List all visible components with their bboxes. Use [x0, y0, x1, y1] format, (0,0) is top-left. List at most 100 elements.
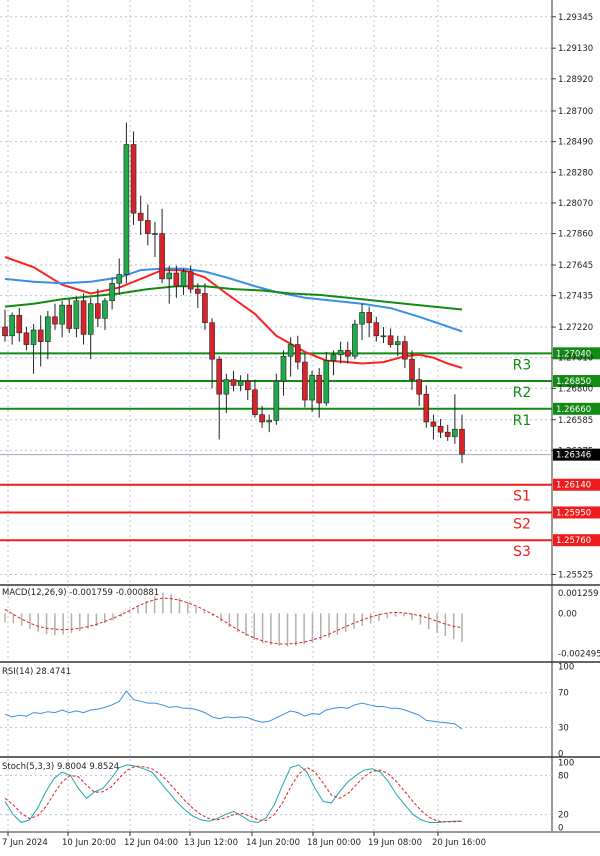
pivot-price-tag: 1.25760	[556, 536, 591, 546]
candles-layer	[2, 122, 465, 463]
candle-bear	[130, 144, 137, 214]
candle-bull	[123, 144, 130, 275]
candle-bear	[95, 303, 101, 319]
candle-bull	[237, 380, 244, 386]
price-tick-label: 1.28490	[558, 138, 593, 148]
candle-bear	[373, 322, 380, 337]
candle-bear	[459, 428, 465, 455]
candle-bear	[16, 315, 23, 334]
moving-average-line	[4, 267, 463, 333]
candle-bear	[2, 326, 8, 337]
macd-signal-line	[4, 597, 463, 645]
stoch-main-line	[4, 764, 462, 824]
candle-bear	[366, 312, 372, 323]
candle-bear	[252, 389, 258, 415]
rsi-tick-label: 70	[558, 689, 569, 699]
candle-bear	[437, 426, 444, 433]
candle-bear	[145, 220, 151, 234]
price-tick-label: 1.28070	[558, 199, 593, 209]
stoch-tick-label: 80	[558, 771, 569, 781]
candle-bear	[52, 316, 58, 325]
time-tick-label: 20 Jun 16:00	[432, 838, 486, 848]
candle-bear	[137, 212, 144, 221]
candle-bear	[423, 393, 430, 423]
candle-bull	[287, 344, 294, 357]
stoch-tick-label: 20	[558, 811, 569, 821]
candle-bear	[159, 233, 165, 280]
candle-bull	[394, 341, 401, 345]
candle-bear	[230, 379, 237, 386]
time-tick-label: 12 Jun 04:00	[124, 838, 178, 848]
pivot-price-tag: 1.26140	[556, 481, 591, 491]
candle-bear	[444, 431, 451, 437]
pivot-price-tag: 1.26850	[556, 377, 591, 387]
candle-bull	[166, 272, 173, 280]
candle-bull	[359, 312, 365, 325]
candle-bear	[216, 358, 223, 395]
candle-bull	[152, 233, 158, 235]
candle-bull	[266, 420, 273, 423]
pivot-price-tag: 1.26660	[556, 405, 591, 415]
candle-bull	[180, 271, 187, 287]
price-tick-label: 1.29130	[558, 44, 593, 54]
candle-bull	[9, 315, 15, 337]
forex-chart: 1.29345 1.29130 1.28920 1.28700 1.28490 1.282…	[0, 0, 600, 852]
candle-bull	[452, 428, 458, 437]
stoch-tick-label: 0	[558, 824, 563, 834]
candle-bear	[402, 341, 408, 360]
price-tick-label: 1.29345	[558, 13, 593, 23]
candle-bull	[109, 282, 115, 302]
candle-bear	[244, 380, 251, 391]
candle-bull	[87, 303, 94, 335]
candle-bull	[59, 304, 65, 325]
candle-bull	[323, 360, 330, 404]
candle-bear	[294, 344, 301, 363]
candle-bear	[23, 332, 30, 345]
stoch-label: Stoch(5,3,3) 9.8004 9.8524	[2, 762, 119, 772]
price-tick-label: 1.28280	[558, 168, 593, 178]
time-tick-label: 18 Jun 00:00	[307, 838, 361, 848]
price-tick-label: 1.28700	[558, 107, 593, 117]
stoch-tick-label: 100	[558, 758, 574, 768]
stoch-signal-line	[4, 765, 463, 823]
rsi-label: RSI(14) 28.4741	[2, 667, 71, 677]
price-tick-label: 1.28920	[558, 75, 593, 85]
candle-bull	[337, 350, 344, 356]
candle-bear	[409, 358, 415, 380]
rsi-line	[4, 690, 463, 730]
rsi-tick-label: 100	[558, 663, 574, 673]
candle-bull	[102, 300, 108, 319]
time-tick-label: 14 Jun 20:00	[246, 838, 300, 848]
pivot-price-tag: 1.27040	[556, 349, 591, 359]
pivot-label-r2: R2	[513, 385, 532, 401]
candle-bear	[37, 329, 44, 342]
candle-bull	[309, 374, 315, 401]
candle-bear	[202, 293, 208, 323]
candle-bull	[223, 379, 230, 395]
candle-bull	[273, 380, 280, 421]
price-tick-label: 1.27645	[558, 261, 593, 271]
candle-bull	[116, 274, 123, 284]
candle-bull	[45, 316, 51, 342]
candle-bear	[316, 374, 322, 404]
candle-bear	[209, 322, 215, 360]
candle-bull	[352, 323, 358, 357]
candle-bull	[280, 355, 287, 382]
candle-bear	[302, 361, 308, 401]
candle-bear	[416, 379, 422, 395]
price-tick-label: 1.25525	[558, 571, 593, 581]
pivot-price-tag: 1.25950	[556, 508, 591, 518]
candle-bear	[80, 300, 87, 335]
price-tick-label: 1.27435	[558, 292, 593, 302]
pivot-label-s2: S2	[513, 516, 531, 532]
pivot-label-r1: R1	[513, 413, 532, 429]
candle-bear	[66, 304, 73, 329]
time-tick-label: 19 Jun 08:00	[368, 838, 422, 848]
time-tick-label: 10 Jun 20:00	[62, 838, 116, 848]
price-tick-label: 1.26585	[558, 416, 593, 426]
moving-averages-layer	[4, 256, 463, 369]
candle-bear	[173, 272, 180, 287]
current-price-tag: 1.26346	[556, 451, 591, 461]
candle-bear	[194, 288, 201, 294]
candle-bear	[187, 271, 194, 290]
